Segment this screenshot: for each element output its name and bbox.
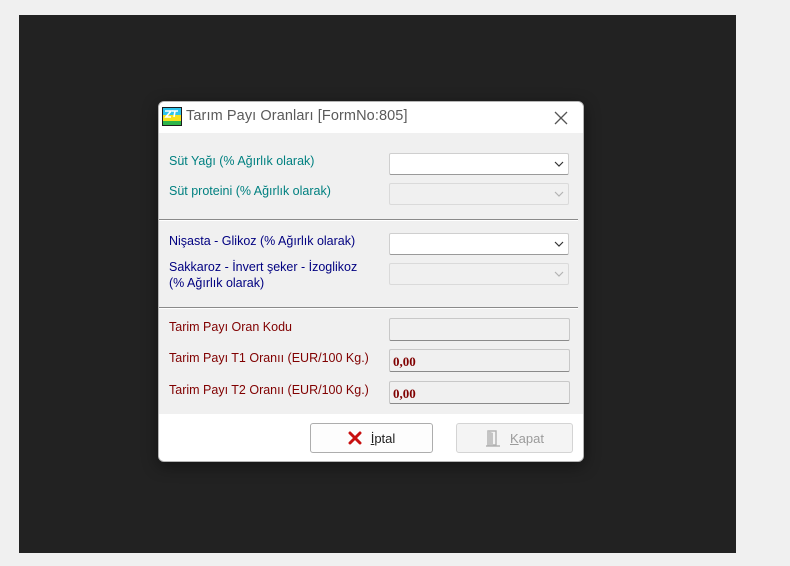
- cancel-button-label: İptal: [370, 430, 396, 446]
- chevron-down-icon: [554, 241, 564, 247]
- cancel-button[interactable]: İptal: [310, 423, 433, 453]
- section-divider: [159, 307, 578, 309]
- sut-yagi-select[interactable]: [389, 153, 569, 175]
- t2-oran-label: Tarim Payı T2 Oranıı (EUR/100 Kg.): [169, 383, 369, 397]
- button-bar: İptal Kapat: [159, 414, 583, 461]
- close-button[interactable]: Kapat: [456, 423, 573, 453]
- sakkaroz-label-line2: (% Ağırlık olarak): [169, 276, 265, 290]
- section-divider: [159, 219, 578, 221]
- door-exit-icon: [486, 429, 500, 447]
- nisasta-glikoz-select[interactable]: [389, 233, 569, 255]
- tarim-payi-dialog: Tarım Payı Oranları [FormNo:805] Süt Yağ…: [158, 101, 584, 462]
- oran-kodu-field[interactable]: [389, 318, 570, 341]
- t1-oran-field[interactable]: 0,00: [389, 349, 570, 372]
- t2-oran-field[interactable]: 0,00: [389, 381, 570, 404]
- window-title: Tarım Payı Oranları [FormNo:805]: [186, 108, 408, 124]
- sut-proteini-label: Süt proteini (% Ağırlık olarak): [169, 184, 331, 198]
- sakkaroz-select[interactable]: [389, 263, 569, 285]
- sut-proteini-select[interactable]: [389, 183, 569, 205]
- sut-yagi-label: Süt Yağı (% Ağırlık olarak): [169, 154, 315, 168]
- nisasta-glikoz-label: Nişasta - Glikoz (% Ağırlık olarak): [169, 234, 356, 248]
- title-bar[interactable]: Tarım Payı Oranları [FormNo:805]: [159, 102, 583, 133]
- chevron-down-icon: [554, 271, 564, 277]
- chevron-down-icon: [554, 191, 564, 197]
- form-content: Süt Yağı (% Ağırlık olarak) Süt proteini…: [159, 133, 583, 414]
- sakkaroz-label-line1: Sakkaroz - İnvert şeker - İzoglikoz: [169, 260, 358, 274]
- sakkaroz-label: Sakkaroz - İnvert şeker - İzoglikoz (% A…: [169, 259, 357, 291]
- oran-kodu-label: Tarim Payı Oran Kodu: [169, 320, 292, 334]
- app-icon: [162, 107, 182, 126]
- t1-oran-label: Tarim Payı T1 Oranıı (EUR/100 Kg.): [169, 351, 369, 365]
- red-x-icon: [348, 431, 362, 445]
- close-button-label: Kapat: [510, 430, 544, 446]
- chevron-down-icon: [554, 161, 564, 167]
- close-icon: [554, 111, 568, 124]
- window-close-button[interactable]: [539, 102, 583, 133]
